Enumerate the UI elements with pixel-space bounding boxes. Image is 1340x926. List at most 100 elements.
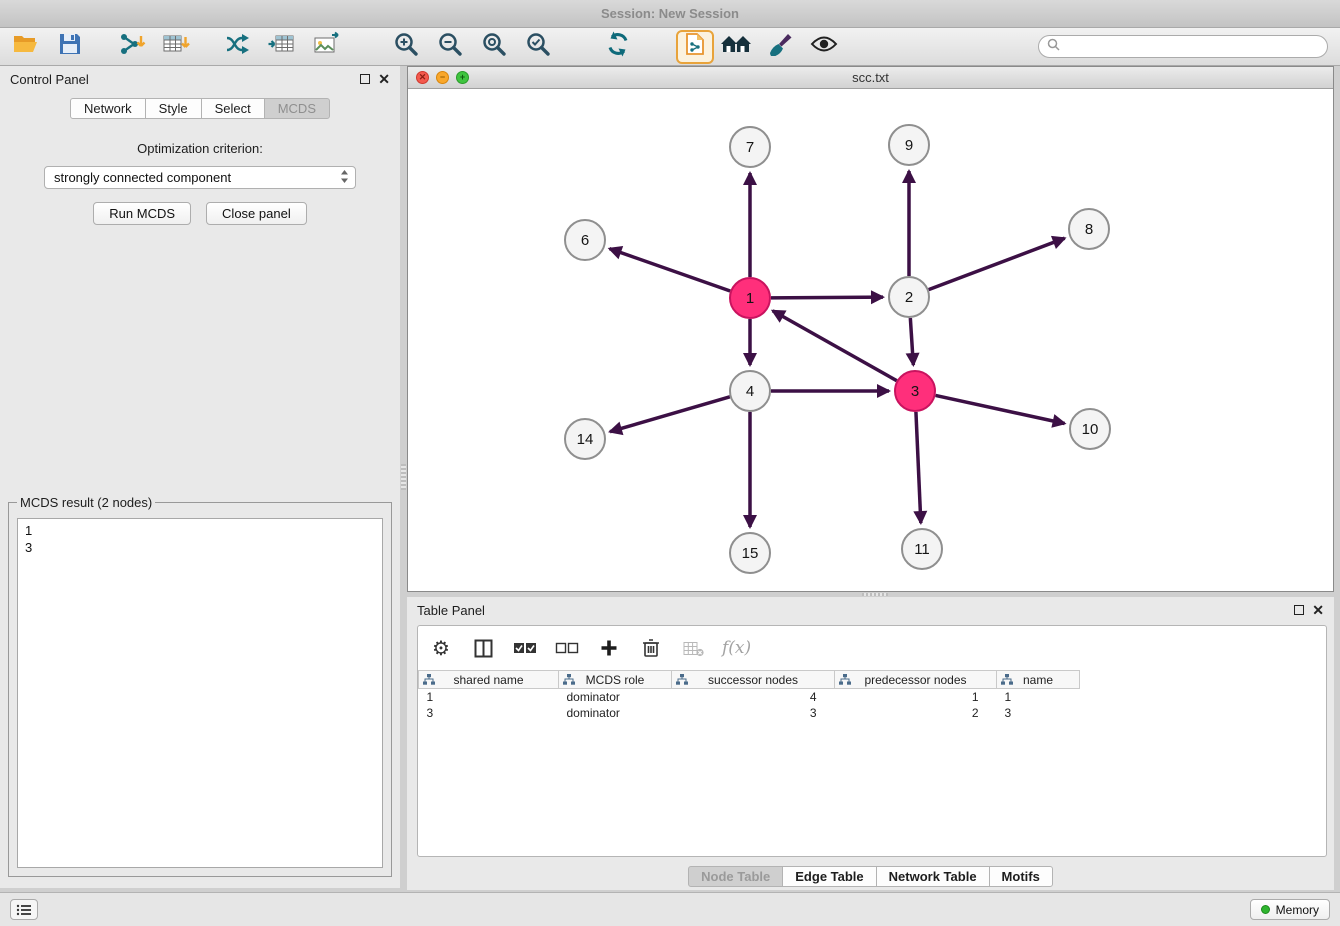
- close-panel-icon[interactable]: ✕: [1312, 605, 1324, 615]
- mcds-result-item: 1: [25, 522, 375, 539]
- open-session-button[interactable]: [4, 30, 48, 64]
- criterion-dropdown[interactable]: strongly connected component: [44, 166, 356, 189]
- tab-select[interactable]: Select: [201, 98, 265, 119]
- graph-node-7[interactable]: [730, 127, 770, 167]
- export-network-button[interactable]: [216, 30, 260, 64]
- minimize-window-icon[interactable]: −: [436, 71, 449, 84]
- network-graph[interactable]: 7968124314101511: [408, 89, 1333, 591]
- graph-edge-3-11[interactable]: [916, 412, 921, 523]
- main-toolbar: [0, 28, 1340, 66]
- graph-edge-4-14[interactable]: [610, 397, 730, 432]
- table-panel-header: Table Panel ✕: [407, 597, 1334, 623]
- splitter-grip-icon[interactable]: [862, 593, 888, 596]
- save-icon: [58, 32, 82, 61]
- tab-edge-table[interactable]: Edge Table: [782, 866, 876, 887]
- annotation-mode-button[interactable]: [676, 30, 714, 64]
- column-header-icon: [423, 674, 435, 688]
- splitter-grip-icon[interactable]: [401, 464, 406, 490]
- trash-icon: [642, 638, 660, 658]
- status-bar: Memory: [0, 892, 1340, 926]
- tab-motifs[interactable]: Motifs: [989, 866, 1053, 887]
- zoom-selected-icon: [525, 31, 551, 62]
- graph-edge-2-3[interactable]: [910, 318, 913, 365]
- annotation-icon: [684, 32, 706, 61]
- close-panel-icon[interactable]: ✕: [378, 74, 390, 84]
- graph-node-15[interactable]: [730, 533, 770, 573]
- graph-node-8[interactable]: [1069, 209, 1109, 249]
- close-window-icon[interactable]: ✕: [416, 71, 429, 84]
- run-mcds-button[interactable]: Run MCDS: [93, 202, 191, 225]
- open-folder-icon: [13, 32, 39, 61]
- select-all-button[interactable]: [512, 635, 538, 661]
- graph-edge-1-2[interactable]: [771, 297, 883, 298]
- mcds-result-item: 3: [25, 539, 375, 556]
- optimization-criterion-label: Optimization criterion:: [0, 141, 400, 156]
- graph-edge-3-10[interactable]: [936, 395, 1065, 423]
- vertical-splitter[interactable]: [400, 66, 407, 888]
- zoom-fit-button[interactable]: [472, 30, 516, 64]
- graph-edge-3-1[interactable]: [773, 311, 897, 381]
- export-image-button[interactable]: [304, 30, 348, 64]
- mcds-result-list[interactable]: 1 3: [17, 518, 383, 868]
- maximize-window-icon[interactable]: +: [456, 71, 469, 84]
- network-window-title: scc.txt: [408, 70, 1333, 85]
- graph-node-1[interactable]: [730, 278, 770, 318]
- float-panel-icon[interactable]: [360, 74, 370, 84]
- apply-layout-button[interactable]: [596, 30, 640, 64]
- zoom-in-button[interactable]: [384, 30, 428, 64]
- search-input[interactable]: [1065, 40, 1319, 54]
- delete-column-button[interactable]: [638, 635, 664, 661]
- column-header-icon: [839, 674, 851, 688]
- show-hide-button[interactable]: [802, 30, 846, 64]
- delete-table-button[interactable]: [680, 635, 706, 661]
- graph-node-3[interactable]: [895, 371, 935, 411]
- table-panel-title: Table Panel: [417, 603, 485, 618]
- eye-icon: [810, 34, 838, 59]
- style-brush-button[interactable]: [758, 30, 802, 64]
- close-panel-button[interactable]: Close panel: [206, 202, 307, 225]
- table-header-row: shared name MCDS role successor nodes pr…: [419, 671, 1327, 689]
- column-header-shared-name[interactable]: shared name: [419, 671, 559, 689]
- graph-node-11[interactable]: [902, 529, 942, 569]
- graph-node-14[interactable]: [565, 419, 605, 459]
- graph-node-4[interactable]: [730, 371, 770, 411]
- table-settings-button[interactable]: ⚙: [428, 635, 454, 661]
- tab-network-table[interactable]: Network Table: [876, 866, 990, 887]
- add-column-button[interactable]: [596, 635, 622, 661]
- float-panel-icon[interactable]: [1294, 605, 1304, 615]
- tab-style[interactable]: Style: [145, 98, 202, 119]
- column-header-mcds-role[interactable]: MCDS role: [559, 671, 672, 689]
- graph-edge-2-8[interactable]: [929, 238, 1065, 289]
- graph-node-10[interactable]: [1070, 409, 1110, 449]
- tab-node-table[interactable]: Node Table: [688, 866, 783, 887]
- zoom-fit-icon: [481, 31, 507, 62]
- search-box[interactable]: [1038, 35, 1328, 58]
- zoom-out-button[interactable]: [428, 30, 472, 64]
- export-table-button[interactable]: [260, 30, 304, 64]
- zoom-selected-button[interactable]: [516, 30, 560, 64]
- tab-network[interactable]: Network: [70, 98, 146, 119]
- import-network-button[interactable]: [110, 30, 154, 64]
- unchecked-boxes-icon: [555, 641, 579, 655]
- home-button[interactable]: [714, 30, 758, 64]
- function-builder-button[interactable]: f(x): [722, 635, 751, 661]
- import-table-icon: [162, 31, 190, 62]
- network-view-window: scc.txt ✕ − + 7968124314101511: [407, 66, 1334, 592]
- criterion-value: strongly connected component: [54, 170, 340, 185]
- table-row[interactable]: 1 dominator 4 1 1: [419, 689, 1327, 705]
- graph-node-2[interactable]: [889, 277, 929, 317]
- memory-button[interactable]: Memory: [1250, 899, 1330, 920]
- graph-node-6[interactable]: [565, 220, 605, 260]
- deselect-all-button[interactable]: [554, 635, 580, 661]
- tab-mcds[interactable]: MCDS: [264, 98, 330, 119]
- panel-menu-button[interactable]: [10, 899, 38, 920]
- import-table-button[interactable]: [154, 30, 198, 64]
- column-header-name[interactable]: name: [997, 671, 1080, 689]
- graph-edge-1-6[interactable]: [610, 249, 731, 291]
- column-header-successor-nodes[interactable]: successor nodes: [672, 671, 835, 689]
- column-header-predecessor-nodes[interactable]: predecessor nodes: [835, 671, 997, 689]
- graph-node-9[interactable]: [889, 125, 929, 165]
- show-columns-button[interactable]: [470, 635, 496, 661]
- save-session-button[interactable]: [48, 30, 92, 64]
- table-row[interactable]: 3 dominator 3 2 3: [419, 705, 1327, 721]
